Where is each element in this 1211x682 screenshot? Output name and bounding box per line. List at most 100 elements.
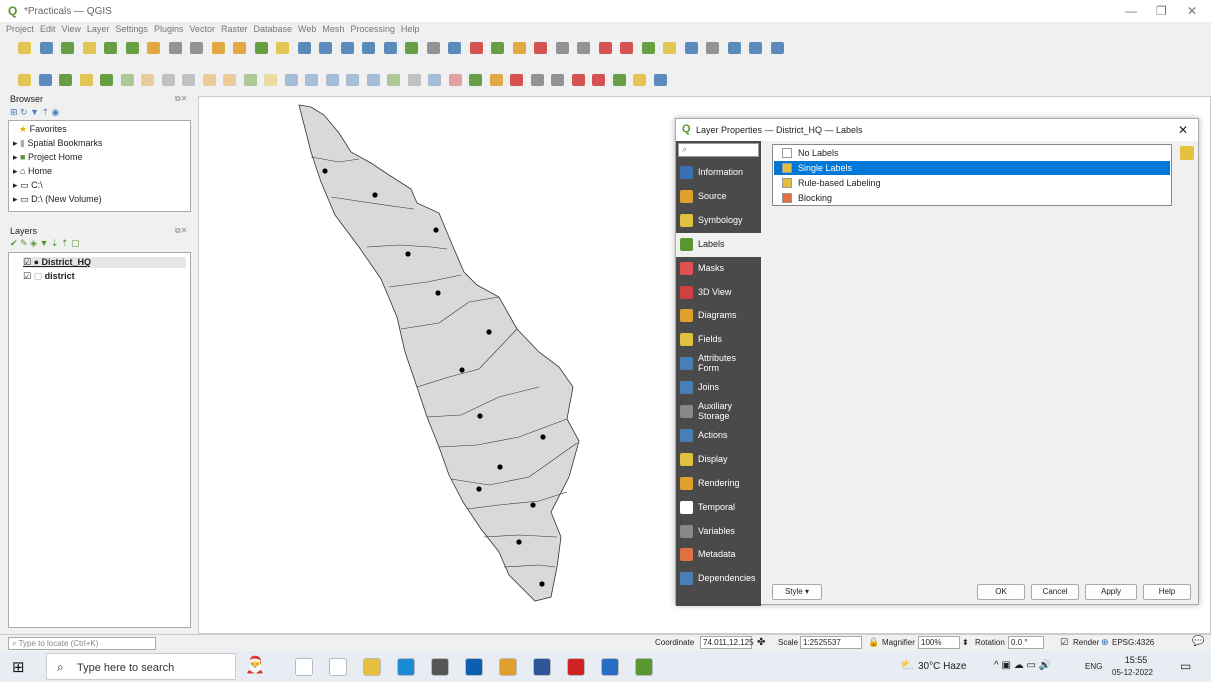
menu-plugins[interactable]: Plugins <box>154 24 184 34</box>
tab-variables[interactable]: Variables <box>676 520 761 544</box>
edit-tool-icon-6[interactable] <box>120 74 134 86</box>
menu-mesh[interactable]: Mesh <box>322 24 344 34</box>
main-tool-icon-4[interactable] <box>82 42 96 54</box>
tab-3d-view[interactable]: 3D View <box>676 281 761 305</box>
tab-labels[interactable]: Labels <box>676 232 761 257</box>
holiday-banner-icon[interactable]: 🎅 <box>245 655 265 675</box>
task-view-icon[interactable] <box>329 658 347 676</box>
acrobat-icon[interactable] <box>567 658 585 676</box>
layers-toolbar-icons[interactable]: ✔ ✎ ◈ ▼ ⇣ ⇡ ▢ <box>10 238 80 249</box>
main-tool-icon-27[interactable] <box>577 42 590 54</box>
menu-project[interactable]: Project <box>6 24 34 34</box>
edit-tool-icon-4[interactable] <box>79 74 93 86</box>
tab-attributes-form[interactable]: Attributes Form <box>676 352 761 376</box>
notifications-icon[interactable]: ▭ <box>1180 659 1191 673</box>
edit-tool-icon-9[interactable] <box>182 74 195 86</box>
edit-tool-icon-3[interactable] <box>59 74 72 86</box>
magnifier-spinner-icon[interactable]: ⬍ <box>962 638 969 647</box>
edit-tool-icon-26[interactable] <box>530 74 544 86</box>
edit-tool-icon-13[interactable] <box>264 74 277 86</box>
main-tool-icon-20[interactable] <box>426 42 440 54</box>
main-tool-icon-18[interactable] <box>383 42 397 54</box>
help-button[interactable]: Help <box>1143 584 1191 600</box>
main-tool-icon-25[interactable] <box>534 42 547 54</box>
magnifier-field[interactable]: 100% <box>918 636 960 649</box>
tab-source[interactable]: Source <box>676 185 761 209</box>
main-tool-icon-22[interactable] <box>469 42 483 54</box>
edit-tool-icon-22[interactable] <box>448 74 462 86</box>
menu-view[interactable]: View <box>62 24 81 34</box>
menu-processing[interactable]: Processing <box>350 24 395 34</box>
clock-date[interactable]: 05-12-2022 <box>1112 668 1153 677</box>
browser-toolbar-icons[interactable]: ⊞ ↻ ▼ ⇡ ◉ <box>10 107 59 118</box>
main-tool-icon-10[interactable] <box>211 42 225 54</box>
render-checkbox[interactable]: ☑ <box>1060 637 1068 648</box>
main-tool-icon-15[interactable] <box>319 42 332 54</box>
tab-auxiliary-storage[interactable]: Auxiliary Storage <box>676 400 761 424</box>
browser-item-d[interactable]: ▸ ▭ D:\ (New Volume) <box>13 194 102 205</box>
maximize-button[interactable]: ❐ <box>1156 4 1167 18</box>
style-dropdown[interactable]: Style ▾ <box>772 584 822 600</box>
tab-rendering[interactable]: Rendering <box>676 472 761 496</box>
menu-vector[interactable]: Vector <box>189 24 215 34</box>
dock-controls-icon[interactable]: ⧉✕ <box>175 94 187 104</box>
edit-tool-icon-8[interactable] <box>161 74 175 86</box>
crs-button[interactable]: EPSG:4326 <box>1112 638 1154 647</box>
browser-item-home[interactable]: ▸ ⌂ Home <box>13 166 52 177</box>
tab-masks[interactable]: Masks <box>676 257 761 281</box>
edit-tool-icon-15[interactable] <box>305 74 318 86</box>
label-mode-dropdown[interactable]: No Labels Single Labels Rule-based Labelin… <box>772 144 1172 206</box>
main-tool-icon-11[interactable] <box>233 42 246 54</box>
edit-tool-icon-31[interactable] <box>633 74 646 86</box>
layer-district-hq[interactable]: ☑ ● District_HQ <box>23 257 186 268</box>
edit-tool-icon-7[interactable] <box>141 74 154 86</box>
edit-tool-icon-16[interactable] <box>325 74 339 86</box>
main-tool-icon-30[interactable] <box>641 42 655 54</box>
tab-diagrams[interactable]: Diagrams <box>676 304 761 328</box>
main-tool-icon-12[interactable] <box>254 42 268 54</box>
main-tool-icon-7[interactable] <box>147 42 160 54</box>
search-input[interactable]: ⌕ <box>678 143 759 157</box>
edit-tool-icon-24[interactable] <box>489 74 503 86</box>
option-rule-based-labeling[interactable]: Rule-based Labeling <box>774 176 1170 190</box>
dock-controls-icon[interactable]: ⧉✕ <box>175 226 187 236</box>
menu-web[interactable]: Web <box>298 24 316 34</box>
clock-time[interactable]: 15:55 <box>1119 655 1153 665</box>
main-tool-icon-2[interactable] <box>39 42 53 54</box>
edit-tool-icon-17[interactable] <box>346 74 359 86</box>
edit-tool-icon-2[interactable] <box>38 74 52 86</box>
menu-database[interactable]: Database <box>254 24 293 34</box>
main-tool-icon-6[interactable] <box>125 42 139 54</box>
browser-item-project-home[interactable]: ▸ ■ Project Home <box>13 152 83 163</box>
main-tool-icon-5[interactable] <box>104 42 117 54</box>
tab-information[interactable]: Information <box>676 161 761 185</box>
edit-tool-icon-19[interactable] <box>387 74 400 86</box>
menu-settings[interactable]: Settings <box>115 24 148 34</box>
main-tool-icon-36[interactable] <box>770 42 784 54</box>
minimize-button[interactable]: — <box>1125 4 1137 18</box>
edit-tool-icon-5[interactable] <box>100 74 113 86</box>
browser-item-favorites[interactable]: ★ Favorites <box>19 124 67 135</box>
edit-tool-icon-23[interactable] <box>469 74 482 86</box>
tray-icons[interactable]: ^ ▣ ☁ ▭ 🔊 <box>994 660 1051 671</box>
main-tool-icon-33[interactable] <box>706 42 719 54</box>
edit-tool-icon-12[interactable] <box>243 74 257 86</box>
file-explorer-icon[interactable] <box>363 658 381 676</box>
weather-text[interactable]: 30°C Haze <box>918 661 966 672</box>
mail-icon[interactable] <box>465 658 483 676</box>
language-indicator[interactable]: ENG <box>1085 662 1102 671</box>
edit-tool-icon-14[interactable] <box>284 74 298 86</box>
tab-metadata[interactable]: Metadata <box>676 543 761 567</box>
tab-actions[interactable]: Actions <box>676 424 761 448</box>
windows-start-icon[interactable]: ⊞ <box>12 658 25 676</box>
main-tool-icon-26[interactable] <box>555 42 569 54</box>
main-tool-icon-24[interactable] <box>512 42 526 54</box>
cancel-button[interactable]: Cancel <box>1031 584 1079 600</box>
tab-temporal[interactable]: Temporal <box>676 496 761 520</box>
qgis-icon[interactable] <box>635 658 653 676</box>
edit-tool-icon-11[interactable] <box>223 74 236 86</box>
ok-button[interactable]: OK <box>977 584 1025 600</box>
chrome-icon[interactable] <box>499 658 517 676</box>
main-tool-icon-21[interactable] <box>448 42 461 54</box>
apply-button[interactable]: Apply <box>1085 584 1137 600</box>
